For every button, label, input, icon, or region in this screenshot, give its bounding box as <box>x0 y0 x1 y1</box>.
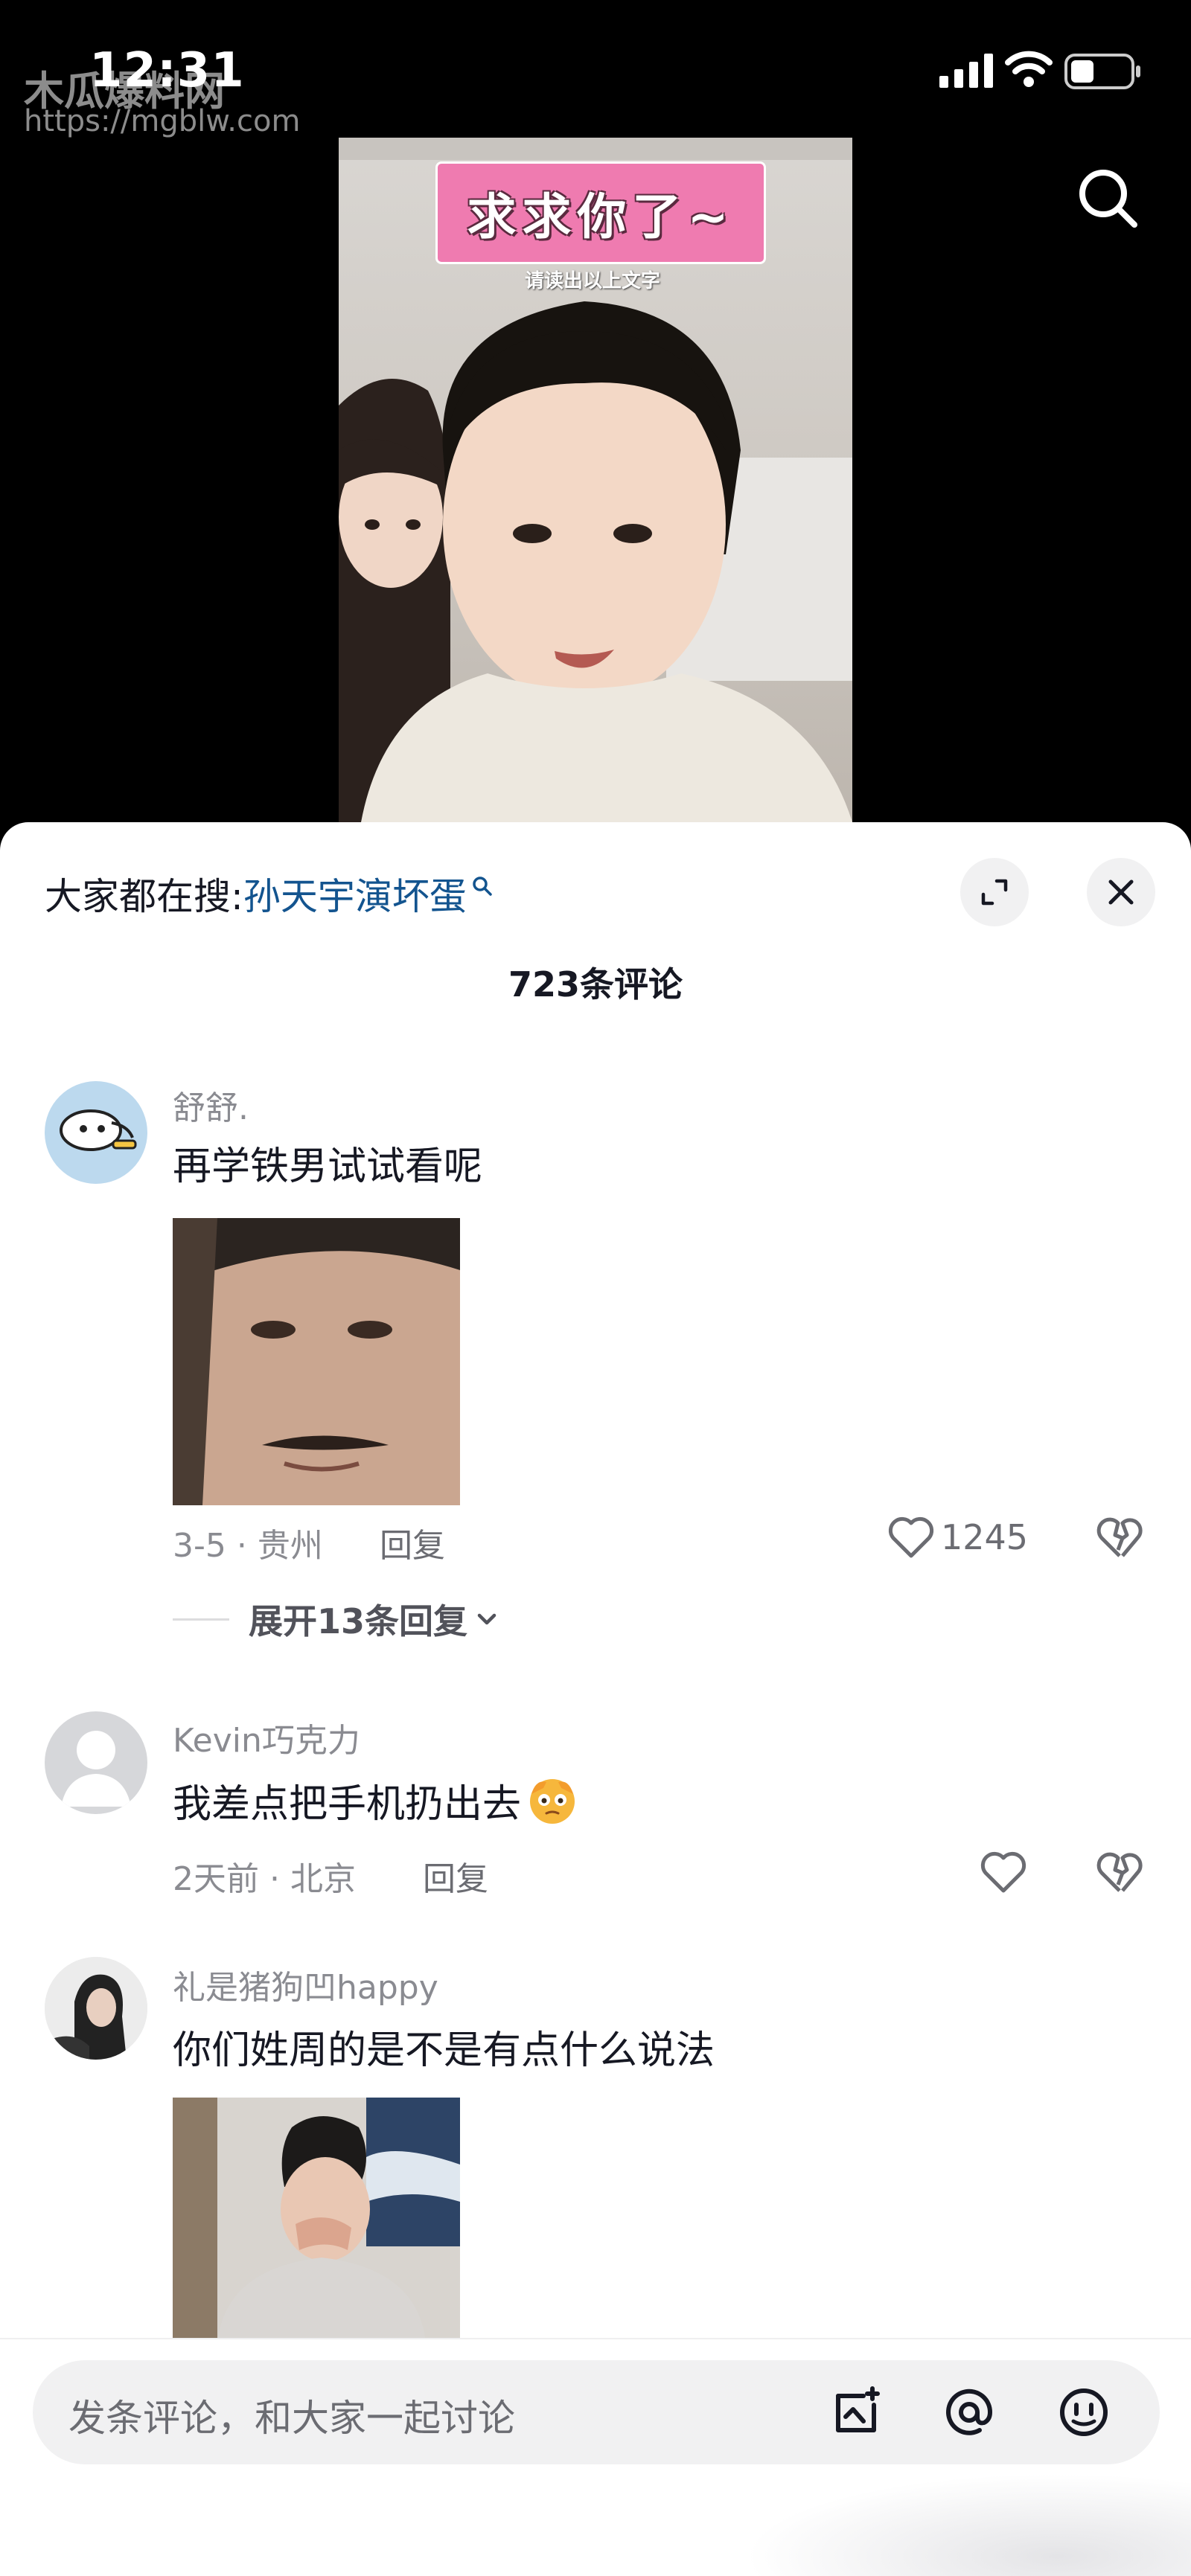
avatar[interactable] <box>45 1957 147 2060</box>
reply-button[interactable]: 回复 <box>380 1519 445 1566</box>
at-icon[interactable] <box>939 2383 999 2442</box>
expand-button[interactable] <box>960 858 1029 926</box>
status-bar: 12:31 木瓜爆料网 https://mgblw.com <box>0 0 1191 141</box>
divider-line <box>173 1618 229 1621</box>
comment-username[interactable]: 舒舒. <box>173 1081 249 1129</box>
image-icon[interactable] <box>828 2383 887 2442</box>
default-avatar-icon <box>61 1731 131 1807</box>
close-icon <box>1108 880 1134 905</box>
comment-text: 再学铁男试试看呢 <box>173 1144 483 1189</box>
expand-replies-label: 展开13条回复 <box>249 1601 468 1641</box>
comment-input[interactable]: 发条评论，和大家一起讨论 <box>33 2360 1160 2464</box>
chevron-down-icon <box>477 1613 496 1625</box>
avatar[interactable] <box>45 1711 147 1814</box>
comment-input-placeholder: 发条评论，和大家一起讨论 <box>68 2397 515 2440</box>
like-count: 1245 <box>941 1517 1029 1557</box>
close-button[interactable] <box>1087 858 1155 926</box>
comment-image[interactable] <box>173 2098 460 2343</box>
comments-header: 大家都在搜: 孙天宇演坏蛋 723条评论 <box>0 822 1191 1045</box>
wifi-icon <box>1005 51 1053 87</box>
heart-icon[interactable] <box>980 1849 1027 1897</box>
broken-heart-icon[interactable] <box>1096 1849 1143 1897</box>
small-search-icon <box>473 877 492 896</box>
home-indicator <box>744 2473 1191 2576</box>
flushed-face-emoji-icon <box>530 1779 575 1824</box>
search-icon[interactable] <box>1072 162 1143 234</box>
avatar-photo <box>45 1957 147 2060</box>
comment-image-laughing <box>173 2098 460 2343</box>
video-subcaption: 请读出以上文字 <box>525 270 661 292</box>
comment-username[interactable]: 礼是猪狗凹happy <box>173 1961 438 2008</box>
emoji-icon[interactable] <box>1054 2383 1114 2442</box>
avatar[interactable] <box>45 1081 147 1184</box>
comment-text: 你们姓周的是不是有点什么说法 <box>173 2028 715 2073</box>
comment-username[interactable]: Kevin巧克力 <box>173 1714 360 1761</box>
avatar-illustration <box>60 1109 137 1151</box>
broken-heart-icon[interactable] <box>1096 1514 1143 1562</box>
comments-sheet: 大家都在搜: 孙天宇演坏蛋 723条评论 舒舒. 再学铁男试试看呢 3-5 · … <box>0 822 1191 2576</box>
trending-search[interactable]: 大家都在搜: 孙天宇演坏蛋 <box>45 867 494 920</box>
comment-date-location: 3-5 · 贵州 <box>173 1527 323 1565</box>
trending-search-query[interactable]: 孙天宇演坏蛋 <box>243 867 467 920</box>
comment-text: 我差点把手机扔出去 <box>173 1772 581 1828</box>
trending-search-prefix: 大家都在搜: <box>45 875 243 918</box>
comment-date-location: 2天前 · 北京 <box>173 1860 356 1898</box>
like-button[interactable]: 1245 <box>887 1516 1028 1559</box>
battery-icon <box>1064 54 1140 89</box>
heart-icon <box>888 1516 934 1558</box>
video-caption: 求求你了~ <box>435 161 766 264</box>
video-top-strip <box>339 138 852 160</box>
signal-icon <box>939 54 993 88</box>
comment-text-content: 我差点把手机扔出去 <box>173 1781 522 1827</box>
comment-count: 723条评论 <box>508 964 683 1005</box>
comment-composer: 发条评论，和大家一起讨论 <box>0 2338 1191 2576</box>
comment-image-face <box>173 1218 460 1505</box>
reply-button[interactable]: 回复 <box>423 1852 488 1900</box>
video-player[interactable]: 求求你了~ 请读出以上文字 <box>339 138 852 822</box>
watermark-url: https://mgblw.com <box>24 104 301 138</box>
expand-icon <box>981 879 1008 906</box>
comment-image[interactable] <box>173 1218 460 1505</box>
expand-replies-button[interactable]: 展开13条回复 <box>173 1595 500 1644</box>
